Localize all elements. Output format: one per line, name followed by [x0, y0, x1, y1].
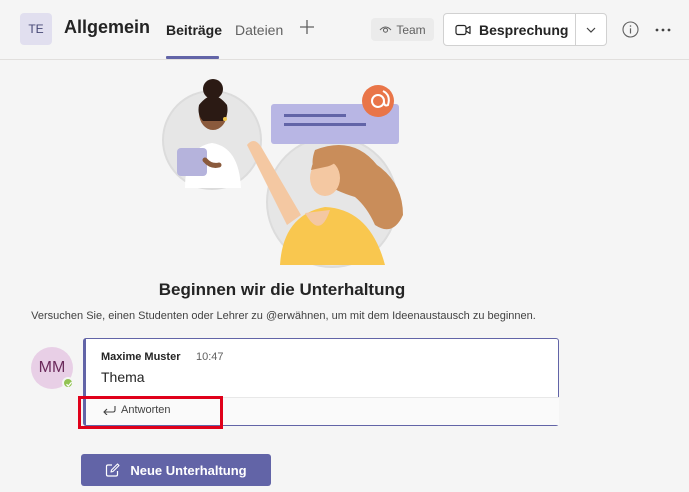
empty-state-title: Beginnen wir die Unterhaltung: [158, 280, 406, 299]
meet-button[interactable]: Besprechung: [444, 14, 575, 45]
presence-available-icon: [62, 377, 74, 389]
team-label: Team: [396, 22, 426, 37]
empty-state-subtitle: Versuchen Sie, einen Studenten oder Lehr…: [31, 310, 536, 322]
conversation-illustration: [162, 79, 403, 268]
chevron-down-icon: [586, 27, 596, 33]
more-options-icon[interactable]: [655, 28, 671, 32]
team-avatar[interactable]: TE: [20, 13, 52, 45]
channel-title: Allgemein: [64, 17, 151, 37]
meeting-options-button[interactable]: [576, 14, 606, 45]
tab-posts[interactable]: Beiträge: [166, 22, 222, 38]
message-timestamp: 10:47: [196, 351, 224, 363]
new-conversation-label: Neue Unterhaltung: [130, 462, 247, 478]
message-author[interactable]: Maxime Muster: [101, 351, 180, 363]
meeting-button-group: Besprechung: [443, 13, 607, 46]
add-tab-icon[interactable]: [298, 17, 316, 39]
tab-files[interactable]: Dateien: [235, 22, 283, 38]
message-body: Thema: [101, 369, 145, 385]
video-camera-icon: [455, 24, 471, 35]
new-conversation-button[interactable]: Neue Unterhaltung: [81, 454, 271, 486]
highlight-box: [78, 396, 223, 429]
compose-icon: [106, 462, 120, 477]
eye-icon: [379, 26, 392, 33]
active-tab-indicator: [166, 56, 219, 59]
team-visibility-badge[interactable]: Team: [371, 18, 434, 41]
meet-button-label: Besprechung: [479, 21, 569, 38]
channel-header: TE Allgemein Beiträge Dateien Team Bespr…: [0, 0, 689, 60]
info-icon[interactable]: [622, 21, 639, 38]
